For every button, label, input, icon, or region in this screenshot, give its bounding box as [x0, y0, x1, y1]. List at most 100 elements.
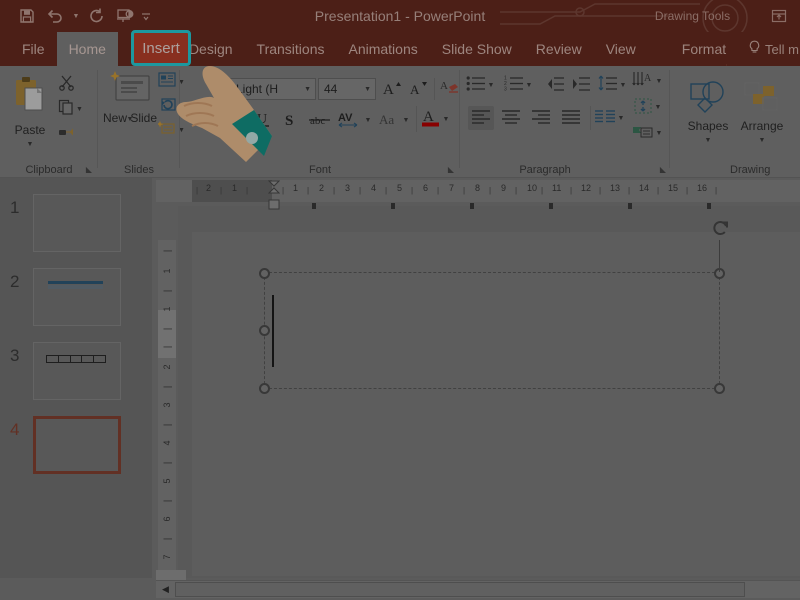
align-left-button[interactable]: [468, 106, 494, 130]
line-spacing-button[interactable]: ▼: [600, 74, 624, 96]
font-color-button[interactable]: A ▼: [422, 106, 448, 132]
text-direction-caret[interactable]: ▼: [656, 78, 663, 85]
slide-thumb-image[interactable]: [33, 342, 121, 400]
scroll-left-icon[interactable]: ◀: [158, 582, 173, 597]
horizontal-ruler[interactable]: | 2 | 1 | | 1 | 2 | 3 | 4 | 5 | 6 | 7 | …: [156, 180, 800, 202]
resize-handle-bottom-left[interactable]: [259, 383, 270, 394]
slide-thumbnail-3[interactable]: 3: [0, 342, 152, 416]
arrange-button[interactable]: Arrange ▼: [736, 74, 788, 150]
paste-dropdown-caret[interactable]: ▼: [27, 141, 34, 148]
copy-button[interactable]: ▼: [58, 99, 83, 120]
tab-stop-marker[interactable]: [707, 203, 711, 209]
font-name-caret[interactable]: ▼: [304, 86, 311, 93]
customize-qat-icon[interactable]: [140, 3, 152, 29]
decrease-indent-button[interactable]: [544, 74, 566, 96]
start-presentation-icon[interactable]: [112, 3, 138, 29]
resize-handle-bottom-right[interactable]: [714, 383, 725, 394]
columns-caret[interactable]: ▼: [618, 115, 625, 122]
text-direction-button[interactable]: A ▼: [634, 70, 660, 92]
slide-thumbnail-2[interactable]: 2: [0, 268, 152, 342]
shapes-caret[interactable]: ▼: [705, 137, 712, 144]
ribbon-tabs: File Home Insert Design Transitions Anim…: [10, 32, 738, 66]
increase-indent-button[interactable]: [570, 74, 592, 96]
indent-marker[interactable]: [268, 180, 279, 210]
slide-thumbnail-1[interactable]: 1: [0, 194, 152, 268]
undo-icon[interactable]: [42, 3, 68, 29]
format-painter-button[interactable]: [58, 124, 75, 145]
tab-slide-show[interactable]: Slide Show: [430, 32, 524, 66]
tab-format[interactable]: Format: [670, 32, 738, 66]
horizontal-scrollbar[interactable]: ◀: [156, 580, 800, 598]
paragraph-dialog-launcher[interactable]: ◣: [660, 165, 666, 174]
font-size-combobox[interactable]: 44 ▼: [318, 78, 376, 100]
tell-me-box[interactable]: Tell m: [748, 32, 799, 66]
tab-animations[interactable]: Animations: [336, 32, 429, 66]
arrange-caret[interactable]: ▼: [759, 137, 766, 144]
scrollbar-thumb[interactable]: [175, 582, 745, 597]
new-slide-button[interactable]: New Slide ▼: [102, 70, 158, 158]
font-color-caret[interactable]: ▼: [443, 116, 450, 123]
slide-thumb-image[interactable]: [33, 268, 121, 326]
save-icon[interactable]: [14, 3, 40, 29]
columns-button[interactable]: ▼: [596, 106, 622, 130]
redo-icon[interactable]: [84, 3, 110, 29]
tab-file[interactable]: File: [10, 32, 57, 66]
increase-font-size-button[interactable]: A: [380, 78, 404, 100]
tab-home[interactable]: Home: [57, 32, 118, 66]
slides-panel[interactable]: 1 2 3 4: [0, 178, 152, 578]
line-spacing-caret[interactable]: ▼: [620, 82, 627, 89]
text-placeholder[interactable]: [264, 272, 720, 389]
bullets-button[interactable]: ▼: [468, 74, 492, 96]
align-text-button[interactable]: ▼: [634, 96, 660, 118]
undo-dropdown-caret[interactable]: ▼: [70, 3, 82, 29]
smartart-caret[interactable]: ▼: [656, 130, 663, 137]
numbering-button[interactable]: 123 ▼: [506, 74, 530, 96]
strikethrough-button[interactable]: abc: [306, 108, 334, 132]
vertical-ruler[interactable]: | 1 | 1 | | 2 | 3 | 4 | 5 | 6 | 7: [158, 240, 176, 570]
slide-thumb-image[interactable]: [33, 194, 121, 252]
align-center-button[interactable]: [498, 106, 524, 130]
quick-access-toolbar: ▼: [14, 0, 152, 32]
font-size-caret[interactable]: ▼: [364, 86, 371, 93]
shapes-button[interactable]: Shapes ▼: [682, 74, 734, 150]
copy-icon: [58, 99, 74, 120]
tab-stop-marker[interactable]: [549, 203, 553, 209]
bullets-caret[interactable]: ▼: [488, 82, 495, 89]
smartart-button[interactable]: ▼: [634, 122, 660, 144]
tab-stop-marker[interactable]: [628, 203, 632, 209]
ruler-tick: 14: [639, 183, 649, 193]
tab-review[interactable]: Review: [524, 32, 594, 66]
align-text-caret[interactable]: ▼: [655, 104, 662, 111]
decrease-font-size-button[interactable]: A: [406, 78, 430, 100]
rotate-icon[interactable]: [711, 218, 733, 240]
ruler-tick: 7: [449, 183, 454, 193]
numbering-caret[interactable]: ▼: [526, 82, 533, 89]
clipboard-dialog-launcher[interactable]: ◣: [86, 165, 92, 174]
text-shadow-button[interactable]: S: [280, 108, 302, 132]
align-justify-button[interactable]: [558, 106, 584, 130]
ruler-tick: 5: [397, 183, 402, 193]
character-spacing-caret[interactable]: ▼: [365, 117, 372, 124]
tab-stop-marker[interactable]: [470, 203, 474, 209]
separator: [416, 106, 417, 132]
change-case-caret[interactable]: ▼: [403, 117, 410, 124]
paste-button[interactable]: Paste ▼: [6, 72, 54, 158]
cut-button[interactable]: [58, 74, 75, 96]
lightbulb-icon: [748, 40, 761, 58]
tab-stop-marker[interactable]: [312, 203, 316, 209]
svg-text:3: 3: [504, 87, 507, 93]
slide-thumbnail-4[interactable]: 4: [0, 416, 152, 490]
character-spacing-button[interactable]: AV ▼: [337, 108, 371, 132]
align-right-button[interactable]: [528, 106, 554, 130]
change-case-button[interactable]: Aa ▼: [376, 108, 410, 132]
copy-dropdown-caret[interactable]: ▼: [76, 106, 83, 113]
resize-handle-middle-left[interactable]: [259, 325, 270, 336]
ribbon-display-options-icon[interactable]: [768, 5, 790, 27]
tab-stop-marker[interactable]: [391, 203, 395, 209]
resize-handle-top-left[interactable]: [259, 268, 270, 279]
powerpoint-window: Presentation1 - PowerPoint ▼ Drawing Too…: [0, 0, 800, 600]
slide-content-table: [46, 355, 106, 363]
tab-view[interactable]: View: [594, 32, 648, 66]
slide-thumb-image[interactable]: [33, 416, 121, 474]
new-slide-dropdown-caret[interactable]: ▼: [127, 116, 134, 123]
